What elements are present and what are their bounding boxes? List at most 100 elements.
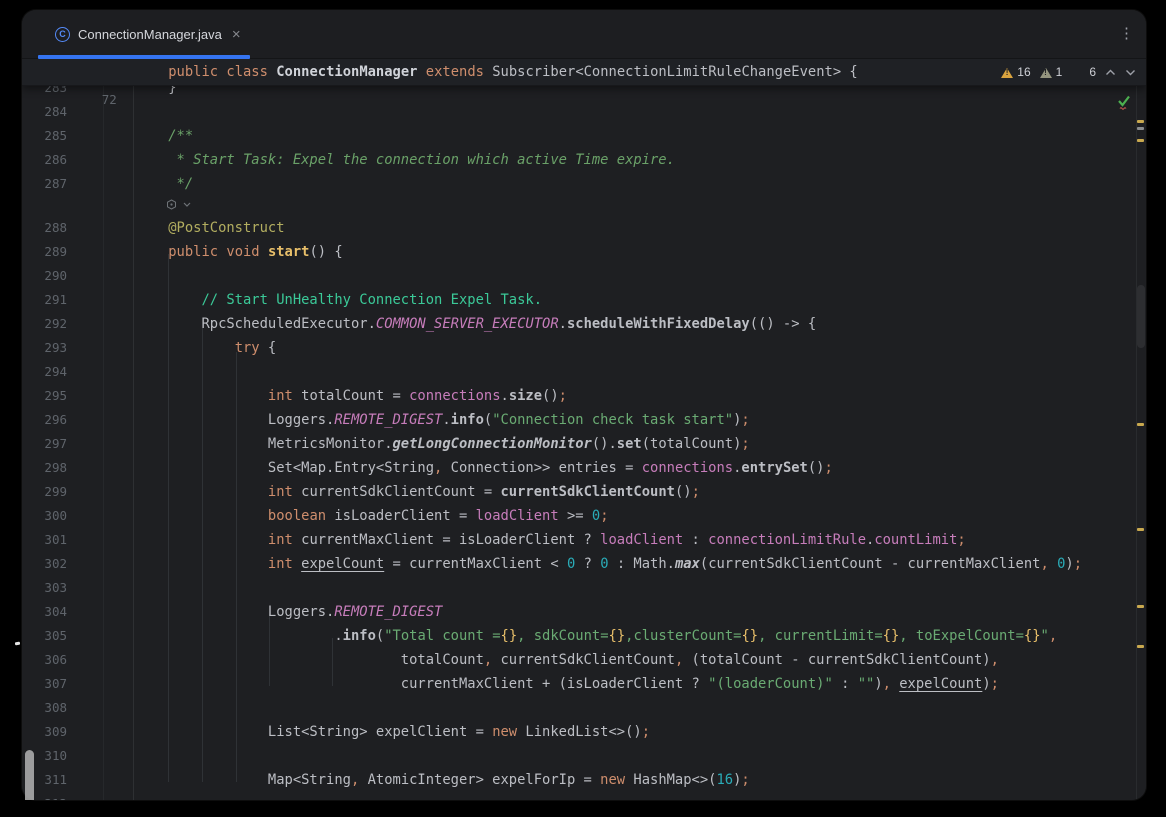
code-line[interactable]: 286 * Start Task: Expel the connection w… xyxy=(22,148,1146,172)
code-line[interactable]: 308 xyxy=(22,696,1146,720)
code-text: Loggers.REMOTE_DIGEST.info("Connection c… xyxy=(135,408,750,432)
code-text: Loggers.REMOTE_DIGEST xyxy=(135,600,442,624)
line-number[interactable]: 304 xyxy=(22,600,67,624)
code-line[interactable]: 303 xyxy=(22,576,1146,600)
code-text: @PostConstruct xyxy=(135,216,285,240)
code-lines: 283 }284285 /**286 * Start Task: Expel t… xyxy=(22,76,1146,800)
line-number[interactable]: 290 xyxy=(22,264,67,288)
line-number[interactable]: 299 xyxy=(22,480,67,504)
code-line[interactable]: 298 Set<Map.Entry<String, Connection>> e… xyxy=(22,456,1146,480)
line-number[interactable]: 289 xyxy=(22,240,67,264)
line-number[interactable]: 295 xyxy=(22,384,67,408)
code-text: Set<Map.Entry<String, Connection>> entri… xyxy=(135,456,833,480)
line-number[interactable]: 306 xyxy=(22,648,67,672)
stripe-marker[interactable] xyxy=(1137,139,1144,142)
code-line[interactable]: 306 totalCount, currentSdkClientCount, (… xyxy=(22,648,1146,672)
line-number[interactable]: 296 xyxy=(22,408,67,432)
chevron-down-icon xyxy=(183,202,191,207)
code-text: totalCount, currentSdkClientCount, (tota… xyxy=(135,648,999,672)
code-text: int currentMaxClient = isLoaderClient ? … xyxy=(135,528,966,552)
line-number[interactable]: 300 xyxy=(22,504,67,528)
sticky-declaration-header[interactable]: 72 public class ConnectionManager extend… xyxy=(22,59,1146,86)
bottom-left-artifact xyxy=(25,750,34,800)
line-number[interactable]: 303 xyxy=(22,576,67,600)
line-number[interactable]: 308 xyxy=(22,696,67,720)
line-number[interactable]: 302 xyxy=(22,552,67,576)
scrollbar-thumb[interactable] xyxy=(1137,285,1145,348)
sticky-line-number[interactable]: 72 xyxy=(72,86,117,113)
stripe-marker[interactable] xyxy=(1137,605,1144,608)
line-number[interactable]: 298 xyxy=(22,456,67,480)
line-number[interactable]: 307 xyxy=(22,672,67,696)
code-text: int expelCount = currentMaxClient < 0 ? … xyxy=(135,552,1082,576)
warnings-count: 16 xyxy=(1017,59,1030,86)
passed-item[interactable]: 6 xyxy=(1071,59,1096,86)
code-line[interactable]: 312 xyxy=(22,792,1146,800)
code-line[interactable]: 310 xyxy=(22,744,1146,768)
code-line[interactable]: 287 */ xyxy=(22,172,1146,196)
code-text: /** xyxy=(135,124,193,148)
line-number[interactable]: 305 xyxy=(22,624,67,648)
tab-connectionmanager[interactable]: C ConnectionManager.java × xyxy=(45,10,255,59)
kebab-menu-icon[interactable]: ⋮ xyxy=(1119,24,1134,42)
line-number[interactable]: 288 xyxy=(22,216,67,240)
stripe-marker[interactable] xyxy=(1137,528,1144,531)
line-number[interactable]: 301 xyxy=(22,528,67,552)
passed-count: 6 xyxy=(1089,59,1096,86)
code-line[interactable]: 285 /** xyxy=(22,124,1146,148)
weak-warnings-item[interactable]: ! 1 xyxy=(1040,59,1063,86)
code-text: .info("Total count ={}, sdkCount={},clus… xyxy=(135,624,1057,648)
stripe-marker[interactable] xyxy=(1137,127,1144,130)
line-number[interactable]: 309 xyxy=(22,720,67,744)
tab-close-icon[interactable]: × xyxy=(230,25,243,44)
code-text: // Start UnHealthy Connection Expel Task… xyxy=(135,288,542,312)
code-text: public void start() { xyxy=(135,240,343,264)
error-stripe[interactable] xyxy=(1136,59,1146,800)
line-number[interactable]: 293 xyxy=(22,336,67,360)
prev-problem-button[interactable] xyxy=(1105,69,1116,76)
stripe-marker[interactable] xyxy=(1137,423,1144,426)
code-line[interactable]: 294 xyxy=(22,360,1146,384)
inspection-inlay-icon xyxy=(166,199,177,210)
code-line[interactable]: 288 @PostConstruct xyxy=(22,216,1146,240)
code-line[interactable]: 299 int currentSdkClientCount = currentS… xyxy=(22,480,1146,504)
code-text: */ xyxy=(135,172,193,196)
code-line[interactable]: 295 int totalCount = connections.size(); xyxy=(22,384,1146,408)
code-line[interactable]: 307 currentMaxClient + (isLoaderClient ?… xyxy=(22,672,1146,696)
code-line[interactable]: 302 int expelCount = currentMaxClient < … xyxy=(22,552,1146,576)
line-number[interactable]: 292 xyxy=(22,312,67,336)
code-text: MetricsMonitor.getLongConnectionMonitor(… xyxy=(135,432,750,456)
inspections-widget[interactable]: ! 16 ! 1 6 xyxy=(1001,59,1136,86)
code-line[interactable]: 290 xyxy=(22,264,1146,288)
code-line[interactable]: 296 Loggers.REMOTE_DIGEST.info("Connecti… xyxy=(22,408,1146,432)
code-line[interactable]: 292 RpcScheduledExecutor.COMMON_SERVER_E… xyxy=(22,312,1146,336)
line-number[interactable]: 291 xyxy=(22,288,67,312)
ide-window: C ConnectionManager.java × ⋮ 283 }284285… xyxy=(22,10,1146,800)
code-text: RpcScheduledExecutor.COMMON_SERVER_EXECU… xyxy=(135,312,816,336)
editor-tab-bar: C ConnectionManager.java × ⋮ xyxy=(22,10,1146,59)
line-number[interactable]: 294 xyxy=(22,360,67,384)
code-line[interactable]: 289 public void start() { xyxy=(22,240,1146,264)
code-text: int currentSdkClientCount = currentSdkCl… xyxy=(135,480,700,504)
code-line[interactable]: 297 MetricsMonitor.getLongConnectionMoni… xyxy=(22,432,1146,456)
code-line[interactable]: 300 boolean isLoaderClient = loadClient … xyxy=(22,504,1146,528)
stripe-marker[interactable] xyxy=(1137,645,1144,648)
code-line[interactable]: 311 Map<String, AtomicInteger> expelForI… xyxy=(22,768,1146,792)
code-line[interactable]: 309 List<String> expelClient = new Linke… xyxy=(22,720,1146,744)
warnings-item[interactable]: ! 16 xyxy=(1001,59,1030,86)
code-line[interactable]: 304 Loggers.REMOTE_DIGEST xyxy=(22,600,1146,624)
java-class-icon: C xyxy=(55,27,70,42)
next-problem-button[interactable] xyxy=(1125,69,1136,76)
code-line[interactable]: 305 .info("Total count ={}, sdkCount={},… xyxy=(22,624,1146,648)
code-line[interactable]: 301 int currentMaxClient = isLoaderClien… xyxy=(22,528,1146,552)
stripe-marker[interactable] xyxy=(1137,120,1144,123)
code-editor[interactable]: 283 }284285 /**286 * Start Task: Expel t… xyxy=(22,59,1146,800)
code-line[interactable]: 293 try { xyxy=(22,336,1146,360)
edge-artifact xyxy=(15,642,20,646)
code-text: boolean isLoaderClient = loadClient >= 0… xyxy=(135,504,609,528)
code-line[interactable]: 291 // Start UnHealthy Connection Expel … xyxy=(22,288,1146,312)
inlay-hint-row[interactable] xyxy=(22,196,1146,216)
line-number[interactable]: 297 xyxy=(22,432,67,456)
code-line[interactable]: 284 xyxy=(22,100,1146,124)
sticky-code: public class ConnectionManager extends S… xyxy=(135,59,858,86)
